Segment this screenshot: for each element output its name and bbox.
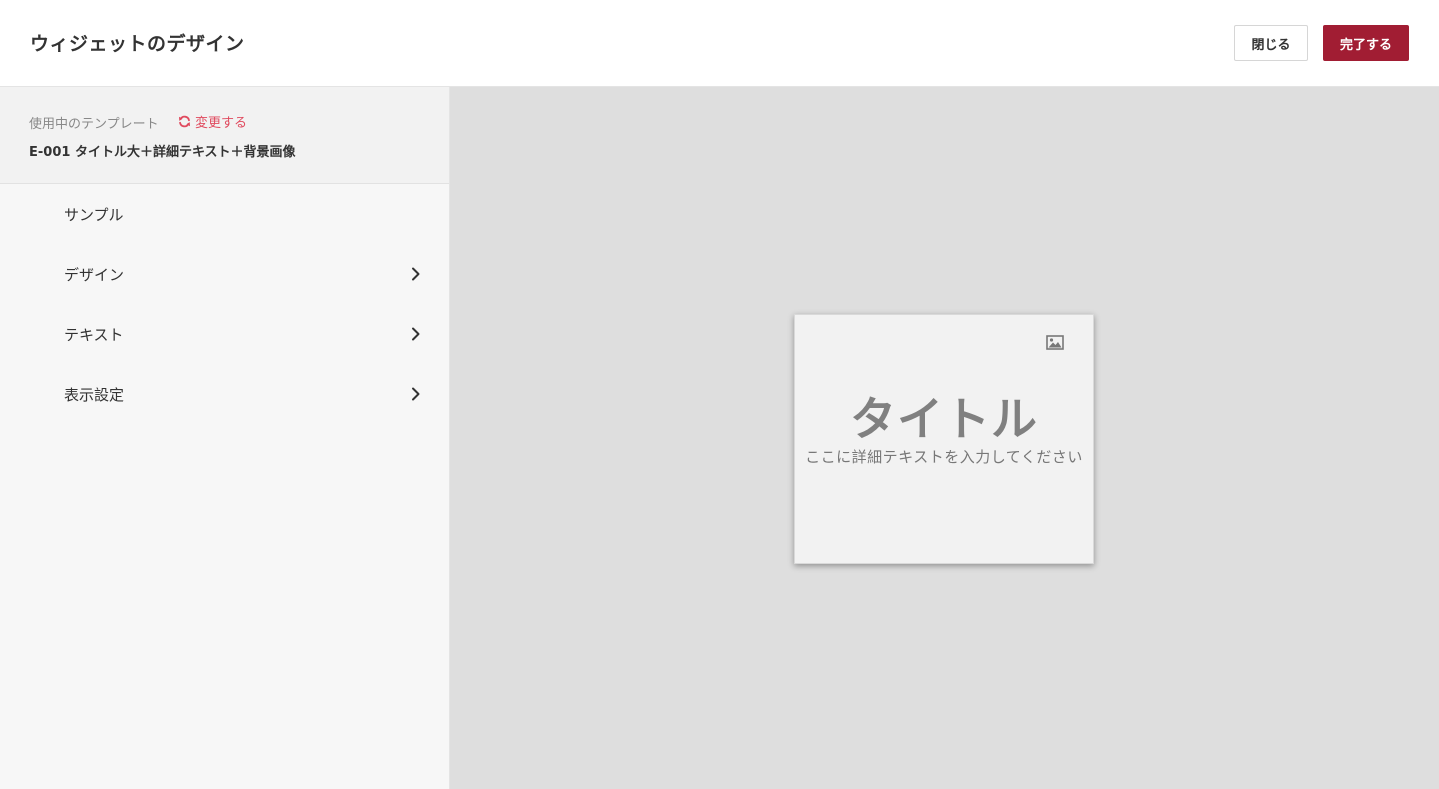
widget-preview[interactable]: タイトル ここに詳細テキストを入力してください <box>794 314 1094 564</box>
template-name: E-001 タイトル大＋詳細テキスト＋背景画像 <box>29 145 296 160</box>
menu-item-sample[interactable]: サンプル <box>0 184 449 244</box>
settings-menu: サンプル デザイン テキスト 表示設定 <box>0 184 449 424</box>
refresh-icon <box>178 115 191 128</box>
page-title: ウィジェットのデザイン <box>30 33 245 55</box>
menu-item-label: 表示設定 <box>64 386 125 404</box>
done-button[interactable]: 完了する <box>1323 25 1409 61</box>
change-template-label: 変更する <box>195 116 248 131</box>
close-button[interactable]: 閉じる <box>1234 25 1308 61</box>
menu-item-label: デザイン <box>64 266 125 284</box>
menu-item-label: テキスト <box>64 326 124 344</box>
menu-item-text[interactable]: テキスト <box>0 304 449 364</box>
change-template-link[interactable]: 変更する <box>178 112 247 131</box>
chevron-right-icon <box>412 327 420 341</box>
image-icon[interactable] <box>1046 335 1064 350</box>
chevron-right-icon <box>412 387 420 401</box>
template-using-label: 使用中のテンプレート <box>29 117 159 132</box>
preview-canvas: タイトル ここに詳細テキストを入力してください <box>450 87 1439 789</box>
header: ウィジェットのデザイン 閉じる 完了する <box>0 0 1439 87</box>
widget-title: タイトル <box>850 392 1038 446</box>
menu-item-label: サンプル <box>64 206 124 224</box>
menu-item-design[interactable]: デザイン <box>0 244 449 304</box>
template-info: 使用中のテンプレート 変更する E-001 タイトル大＋詳細テキスト＋背景画像 <box>0 87 449 184</box>
chevron-right-icon <box>412 267 420 281</box>
sidebar: 使用中のテンプレート 変更する E-001 タイトル大＋詳細テキスト＋背景画像 … <box>0 87 450 789</box>
menu-item-display-settings[interactable]: 表示設定 <box>0 364 449 424</box>
widget-detail-text: ここに詳細テキストを入力してください <box>805 448 1083 466</box>
